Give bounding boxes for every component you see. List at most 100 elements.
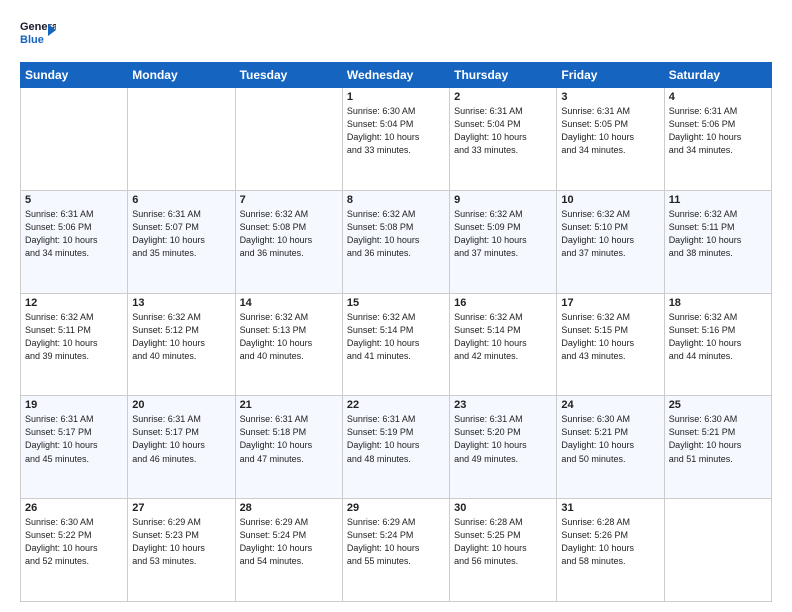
day-number: 10 [561,194,659,206]
calendar-week-row: 19 Sunrise: 6:31 AM Sunset: 5:17 PM Dayli… [21,396,772,499]
day-info: Sunrise: 6:32 AM Sunset: 5:15 PM Dayligh… [561,311,659,363]
day-number: 9 [454,194,552,206]
day-number: 26 [25,502,123,514]
day-number: 30 [454,502,552,514]
calendar-week-row: 5 Sunrise: 6:31 AM Sunset: 5:06 PM Daylig… [21,190,772,293]
calendar-cell: 14 Sunrise: 6:32 AM Sunset: 5:13 PM Dayli… [235,293,342,396]
day-number: 21 [240,399,338,411]
calendar-cell: 18 Sunrise: 6:32 AM Sunset: 5:16 PM Dayli… [664,293,771,396]
calendar-cell: 13 Sunrise: 6:32 AM Sunset: 5:12 PM Dayli… [128,293,235,396]
day-number: 31 [561,502,659,514]
calendar-cell: 21 Sunrise: 6:31 AM Sunset: 5:18 PM Dayli… [235,396,342,499]
logo: General Blue [20,16,56,52]
calendar-week-row: 26 Sunrise: 6:30 AM Sunset: 5:22 PM Dayli… [21,499,772,602]
calendar-cell: 23 Sunrise: 6:31 AM Sunset: 5:20 PM Dayli… [450,396,557,499]
day-number: 15 [347,297,445,309]
day-info: Sunrise: 6:32 AM Sunset: 5:14 PM Dayligh… [454,311,552,363]
header: General Blue [20,16,772,52]
page: General Blue SundayMondayTuesdayWednesda… [0,0,792,612]
calendar-cell: 19Sunrise: 6:31 AM Sunset: 5:17 PM Dayli… [21,396,128,499]
day-info: Sunrise: 6:31 AM Sunset: 5:06 PM Dayligh… [25,208,123,260]
calendar-day-header: Thursday [450,63,557,88]
day-info: Sunrise: 6:31 AM Sunset: 5:19 PM Dayligh… [347,413,445,465]
day-number: 3 [561,91,659,103]
day-number: 23 [454,399,552,411]
day-number: 13 [132,297,230,309]
calendar-cell: 8Sunrise: 6:32 AM Sunset: 5:08 PM Daylig… [342,190,449,293]
calendar-table: SundayMondayTuesdayWednesdayThursdayFrid… [20,62,772,602]
calendar-day-header: Saturday [664,63,771,88]
day-info: Sunrise: 6:29 AM Sunset: 5:24 PM Dayligh… [347,516,445,568]
calendar-cell: 4 Sunrise: 6:31 AM Sunset: 5:06 PM Daylig… [664,88,771,191]
day-info: Sunrise: 6:28 AM Sunset: 5:26 PM Dayligh… [561,516,659,568]
calendar-week-row: 1 Sunrise: 6:30 AM Sunset: 5:04 PM Daylig… [21,88,772,191]
calendar-day-header: Sunday [21,63,128,88]
day-number: 16 [454,297,552,309]
calendar-cell: 26 Sunrise: 6:30 AM Sunset: 5:22 PM Dayli… [21,499,128,602]
day-info: Sunrise: 6:31 AM Sunset: 5:05 PM Dayligh… [561,105,659,157]
calendar-cell: 27Sunrise: 6:29 AM Sunset: 5:23 PM Dayli… [128,499,235,602]
day-info: Sunrise: 6:32 AM Sunset: 5:14 PM Dayligh… [347,311,445,363]
calendar-cell: 25Sunrise: 6:30 AM Sunset: 5:21 PM Dayli… [664,396,771,499]
day-info: Sunrise: 6:30 AM Sunset: 5:22 PM Dayligh… [25,516,123,568]
day-number: 1 [347,91,445,103]
calendar-cell: 29 Sunrise: 6:29 AM Sunset: 5:24 PM Dayli… [342,499,449,602]
calendar-cell [21,88,128,191]
day-info: Sunrise: 6:31 AM Sunset: 5:20 PM Dayligh… [454,413,552,465]
calendar-cell: 1 Sunrise: 6:30 AM Sunset: 5:04 PM Daylig… [342,88,449,191]
day-info: Sunrise: 6:32 AM Sunset: 5:13 PM Dayligh… [240,311,338,363]
day-info: Sunrise: 6:28 AM Sunset: 5:25 PM Dayligh… [454,516,552,568]
day-number: 22 [347,399,445,411]
calendar-cell: 9 Sunrise: 6:32 AM Sunset: 5:09 PM Daylig… [450,190,557,293]
day-info: Sunrise: 6:31 AM Sunset: 5:17 PM Dayligh… [132,413,230,465]
day-number: 20 [132,399,230,411]
calendar-cell [128,88,235,191]
day-number: 14 [240,297,338,309]
calendar-cell: 3 Sunrise: 6:31 AM Sunset: 5:05 PM Daylig… [557,88,664,191]
calendar-cell: 30 Sunrise: 6:28 AM Sunset: 5:25 PM Dayli… [450,499,557,602]
day-number: 8 [347,194,445,206]
calendar-cell [664,499,771,602]
day-number: 5 [25,194,123,206]
day-info: Sunrise: 6:31 AM Sunset: 5:18 PM Dayligh… [240,413,338,465]
calendar-cell: 5 Sunrise: 6:31 AM Sunset: 5:06 PM Daylig… [21,190,128,293]
day-info: Sunrise: 6:32 AM Sunset: 5:11 PM Dayligh… [669,208,767,260]
day-info: Sunrise: 6:31 AM Sunset: 5:04 PM Dayligh… [454,105,552,157]
day-info: Sunrise: 6:32 AM Sunset: 5:16 PM Dayligh… [669,311,767,363]
calendar-day-header: Wednesday [342,63,449,88]
calendar-cell: 17 Sunrise: 6:32 AM Sunset: 5:15 PM Dayli… [557,293,664,396]
day-info: Sunrise: 6:31 AM Sunset: 5:06 PM Dayligh… [669,105,767,157]
day-number: 19 [25,399,123,411]
calendar-cell: 16 Sunrise: 6:32 AM Sunset: 5:14 PM Dayli… [450,293,557,396]
day-info: Sunrise: 6:30 AM Sunset: 5:04 PM Dayligh… [347,105,445,157]
calendar-day-header: Friday [557,63,664,88]
day-info: Sunrise: 6:32 AM Sunset: 5:09 PM Dayligh… [454,208,552,260]
calendar-week-row: 12Sunrise: 6:32 AM Sunset: 5:11 PM Dayli… [21,293,772,396]
day-number: 4 [669,91,767,103]
day-number: 2 [454,91,552,103]
day-info: Sunrise: 6:32 AM Sunset: 5:10 PM Dayligh… [561,208,659,260]
calendar-cell: 22 Sunrise: 6:31 AM Sunset: 5:19 PM Dayli… [342,396,449,499]
calendar-cell: 20 Sunrise: 6:31 AM Sunset: 5:17 PM Dayli… [128,396,235,499]
calendar-cell: 12Sunrise: 6:32 AM Sunset: 5:11 PM Dayli… [21,293,128,396]
logo-svg: General Blue [20,16,56,52]
day-number: 6 [132,194,230,206]
day-number: 27 [132,502,230,514]
day-number: 12 [25,297,123,309]
day-info: Sunrise: 6:32 AM Sunset: 5:12 PM Dayligh… [132,311,230,363]
day-number: 29 [347,502,445,514]
calendar-cell: 15 Sunrise: 6:32 AM Sunset: 5:14 PM Dayli… [342,293,449,396]
calendar-cell [235,88,342,191]
day-number: 11 [669,194,767,206]
calendar-cell: 11 Sunrise: 6:32 AM Sunset: 5:11 PM Dayli… [664,190,771,293]
day-info: Sunrise: 6:29 AM Sunset: 5:24 PM Dayligh… [240,516,338,568]
day-number: 7 [240,194,338,206]
day-number: 24 [561,399,659,411]
day-number: 17 [561,297,659,309]
day-number: 18 [669,297,767,309]
calendar-cell: 7 Sunrise: 6:32 AM Sunset: 5:08 PM Daylig… [235,190,342,293]
calendar-cell: 24Sunrise: 6:30 AM Sunset: 5:21 PM Dayli… [557,396,664,499]
calendar-cell: 31 Sunrise: 6:28 AM Sunset: 5:26 PM Dayli… [557,499,664,602]
day-info: Sunrise: 6:32 AM Sunset: 5:08 PM Dayligh… [240,208,338,260]
calendar-cell: 2 Sunrise: 6:31 AM Sunset: 5:04 PM Daylig… [450,88,557,191]
